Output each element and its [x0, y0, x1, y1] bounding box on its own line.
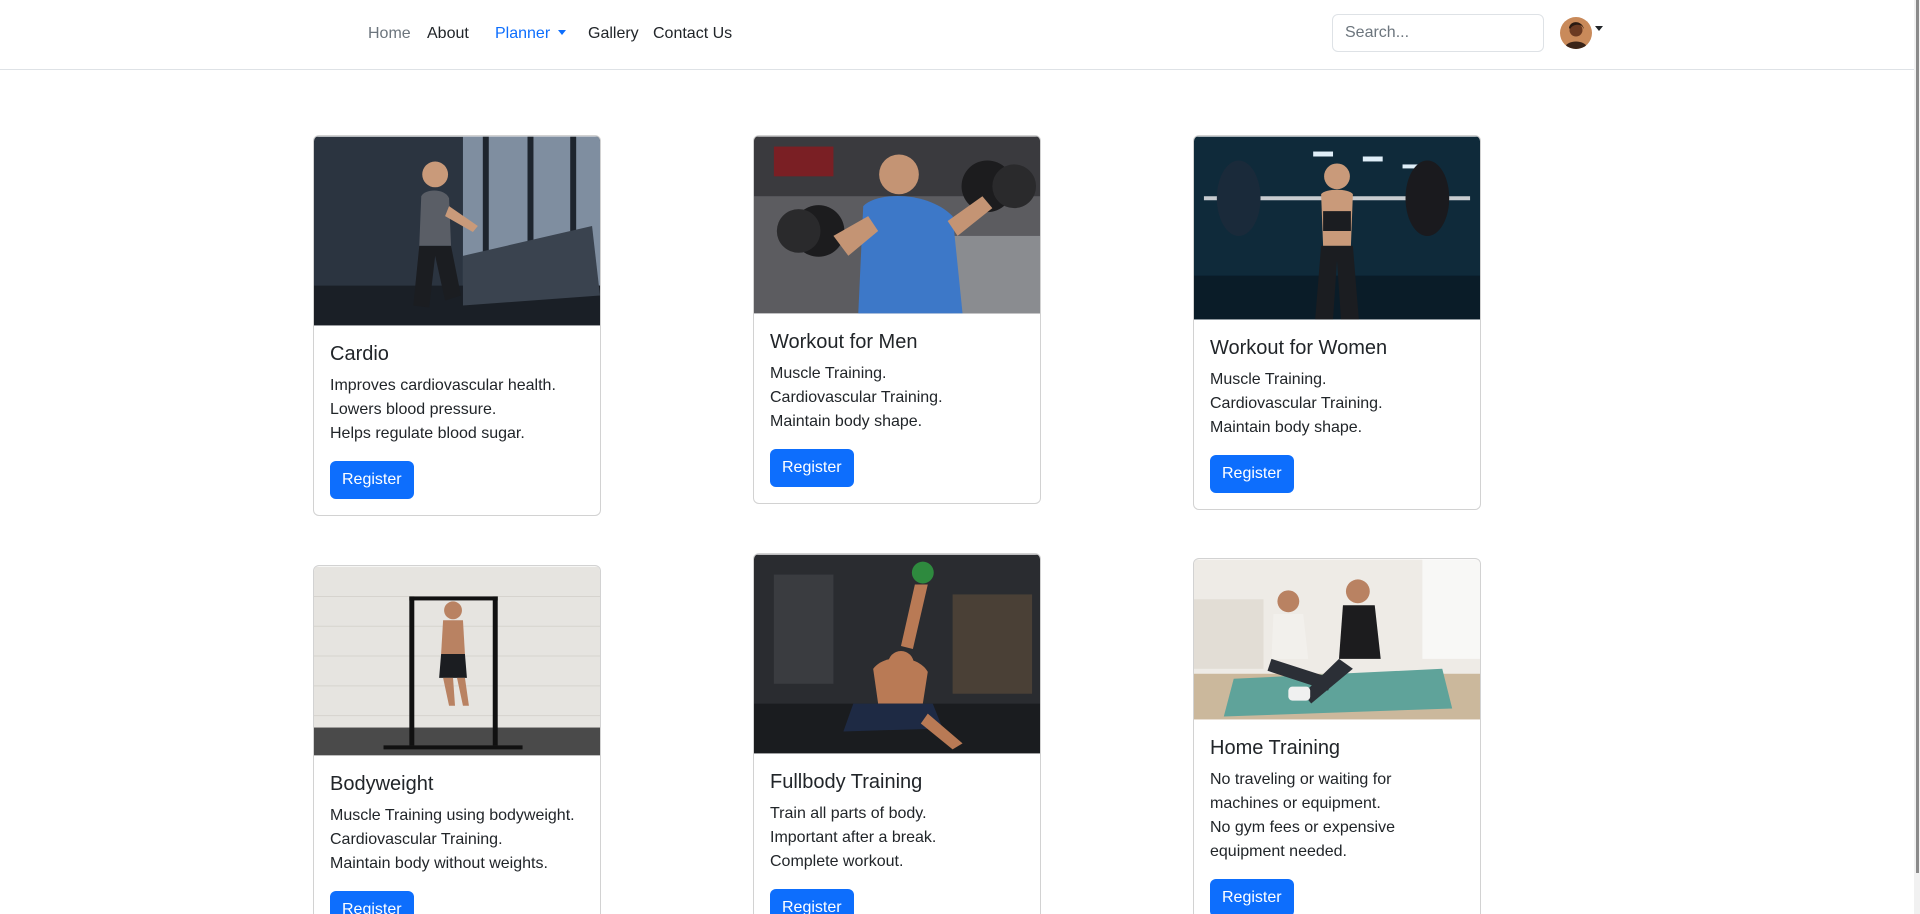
workout-women-image [1194, 136, 1480, 320]
card-text-line: machines or equipment. [1210, 795, 1381, 812]
card-text-line: Maintain body shape. [1210, 419, 1363, 436]
home-training-image [1194, 559, 1480, 720]
card-text-line: Improves cardiovascular health. [330, 377, 556, 394]
card-title: Fullbody Training [770, 771, 923, 793]
register-button[interactable]: Register [330, 461, 414, 499]
program-card-fullbody: Fullbody Training Train all parts of bod… [753, 553, 1041, 914]
register-button[interactable]: Register [770, 449, 854, 487]
register-button[interactable]: Register [1210, 879, 1294, 914]
card-title: Workout for Women [1210, 337, 1388, 359]
nav-planner-dropdown[interactable]: Planner [495, 24, 567, 44]
workout-men-image [754, 136, 1040, 314]
fullbody-image [754, 554, 1040, 754]
user-menu-dropdown[interactable] [1560, 17, 1603, 49]
register-button[interactable]: Register [1210, 455, 1294, 493]
cardio-image [314, 136, 600, 326]
card-title: Bodyweight [330, 773, 434, 795]
chevron-down-icon [1595, 25, 1603, 31]
program-card-workout-women: Workout for Women Muscle Training. Cardi… [1193, 135, 1481, 510]
nav-contact-link[interactable]: Contact Us [653, 24, 732, 44]
nav-home-link[interactable]: Home [368, 24, 411, 44]
card-text-line: Lowers blood pressure. [330, 401, 497, 418]
register-button[interactable]: Register [330, 891, 414, 914]
program-card-cardio: Cardio Improves cardiovascular health. L… [313, 135, 601, 516]
card-title: Home Training [1210, 737, 1341, 759]
nav-about-link[interactable]: About [427, 24, 469, 44]
navbar: Home About Planner Gallery Contact Us [0, 0, 1920, 70]
program-card-workout-men: Workout for Men Muscle Training. Cardiov… [753, 135, 1041, 504]
program-card-bodyweight: Bodyweight Muscle Training using bodywei… [313, 565, 601, 914]
scrollbar-thumb[interactable] [1916, 0, 1919, 873]
nav-gallery-link[interactable]: Gallery [588, 24, 639, 44]
search-input[interactable] [1332, 14, 1544, 52]
card-text-line: Cardiovascular Training. [330, 831, 503, 848]
card-text-line: Muscle Training. [1210, 371, 1327, 388]
program-card-home-training: Home Training No traveling or waiting fo… [1193, 558, 1481, 914]
card-text-line: equipment needed. [1210, 843, 1347, 860]
card-title: Cardio [330, 343, 389, 365]
card-text-line: No gym fees or expensive [1210, 819, 1395, 836]
card-text-line: Muscle Training using bodyweight. [330, 807, 575, 824]
card-text-line: Complete workout. [770, 853, 904, 870]
avatar [1560, 17, 1592, 49]
bodyweight-image [314, 566, 600, 756]
nav-planner-label: Planner [495, 25, 551, 42]
card-text-line: Muscle Training. [770, 365, 887, 382]
card-text-line: Important after a break. [770, 829, 937, 846]
chevron-down-icon [558, 30, 567, 35]
card-text-line: Cardiovascular Training. [1210, 395, 1383, 412]
card-title: Workout for Men [770, 331, 918, 353]
card-text-line: No traveling or waiting for [1210, 771, 1392, 788]
card-text-line: Train all parts of body. [770, 805, 927, 822]
card-text-line: Maintain body without weights. [330, 855, 548, 872]
card-text-line: Cardiovascular Training. [770, 389, 943, 406]
card-text-line: Helps regulate blood sugar. [330, 425, 525, 442]
card-text-line: Maintain body shape. [770, 413, 923, 430]
register-button[interactable]: Register [770, 889, 854, 914]
